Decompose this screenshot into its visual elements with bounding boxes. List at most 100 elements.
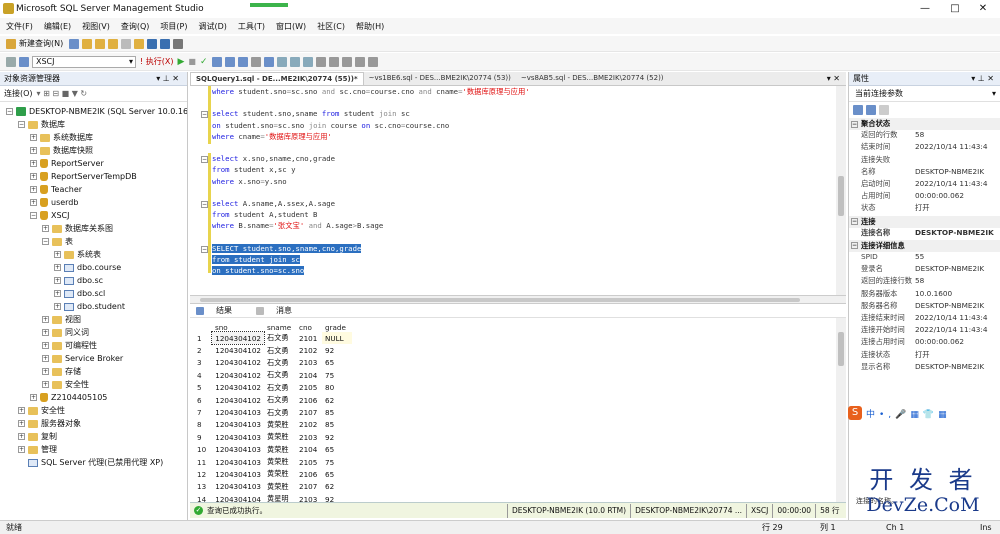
save-all-icon[interactable] (160, 38, 171, 49)
tree-node[interactable]: + Service Broker (0, 352, 187, 365)
tree-node[interactable]: + dbo.student (0, 300, 187, 313)
tree-node[interactable]: + 数据库快照 (0, 144, 187, 157)
table-row[interactable]: 6 1204304102 石文勇 2106 62 (194, 394, 352, 406)
collapse-icon[interactable]: − (851, 218, 858, 226)
close-window-button[interactable]: ✕ (970, 2, 996, 16)
tree-node[interactable]: + 数据库关系图 (0, 222, 187, 235)
collapse-icon[interactable]: − (201, 246, 208, 253)
tree-node[interactable]: + 同义词 (0, 326, 187, 339)
grid-cell[interactable]: 92 (322, 344, 352, 356)
expand-icon[interactable]: + (18, 433, 25, 440)
table-row[interactable]: 8 1204304103 黄荣胜 2102 85 (194, 419, 352, 431)
menu-window[interactable]: 窗口(W) (276, 21, 306, 32)
grid-cell[interactable]: 2102 (296, 344, 322, 356)
expand-icon[interactable]: + (42, 381, 49, 388)
tab-vs1be6[interactable]: ~vs1BE6.sql - DES...BME2IK\20774 (53)) (364, 72, 516, 85)
tree-node[interactable]: + 可编程性 (0, 339, 187, 352)
tab-results[interactable]: 结果 (196, 305, 244, 316)
results-grid[interactable]: sno sname cno grade 1 1204304102 石文勇 2101 NULL 2 1… (190, 318, 846, 502)
grid-cell[interactable]: 石文勇 (264, 344, 296, 356)
maximize-button[interactable]: □ (942, 2, 968, 16)
grid-cell[interactable]: 2106 (296, 468, 322, 480)
grid-cell[interactable]: 2103 (296, 431, 322, 443)
property-pages-icon[interactable] (879, 105, 889, 115)
grid-cell[interactable]: 92 (322, 431, 352, 443)
grid-cell[interactable]: 1204304102 (212, 369, 264, 381)
tree-node[interactable]: + 安全性 (0, 378, 187, 391)
grid-scroll-thumb[interactable] (838, 332, 844, 366)
table-row[interactable]: 5 1204304102 石文勇 2105 80 (194, 382, 352, 394)
grid-cell[interactable]: 92 (322, 493, 352, 502)
collapse-icon[interactable]: − (18, 121, 25, 128)
grid-cell[interactable]: 石文勇 (264, 332, 296, 344)
property-row[interactable]: SPID 55 (849, 252, 1000, 264)
collapse-icon[interactable]: − (851, 120, 858, 128)
tab-sqlquery1[interactable]: SQLQuery1.sql - DE...ME2IK\20774 (55))* (190, 72, 364, 85)
grid-cell[interactable]: 62 (322, 481, 352, 493)
property-row[interactable]: 连接失败 (849, 155, 1000, 167)
scroll-thumb[interactable] (838, 176, 844, 216)
results-to-grid-icon[interactable] (289, 56, 300, 67)
properties-object-select[interactable]: 当前连接参数 ▾ (849, 86, 1000, 102)
grid-cell[interactable]: 1204304102 (212, 394, 264, 406)
expand-icon[interactable]: + (30, 199, 37, 206)
property-row[interactable]: 显示名称 DESKTOP-NBME2IK (849, 362, 1000, 374)
table-row[interactable]: 4 1204304102 石文勇 2104 75 (194, 369, 352, 381)
intellisense-icon[interactable] (250, 56, 261, 67)
expand-icon[interactable]: + (18, 420, 25, 427)
expand-icon[interactable]: + (30, 134, 37, 141)
table-row[interactable]: 2 1204304102 石文勇 2102 92 (194, 344, 352, 356)
expand-icon[interactable]: + (30, 160, 37, 167)
display-plan-icon[interactable] (211, 56, 222, 67)
menu-tools[interactable]: 工具(T) (238, 21, 265, 32)
grid-cell[interactable]: 2104 (296, 369, 322, 381)
property-row[interactable]: 连接结束时间 2022/10/14 11:43:4 (849, 313, 1000, 325)
expand-icon[interactable]: + (30, 147, 37, 154)
expand-icon[interactable]: + (54, 264, 61, 271)
results-to-text-icon[interactable] (276, 56, 287, 67)
grid-cell[interactable]: 石文勇 (264, 382, 296, 394)
grid-cell[interactable]: 1204304102 (212, 344, 264, 356)
property-row[interactable]: 结束时间 2022/10/14 11:43:4 (849, 142, 1000, 154)
change-connection-icon[interactable] (19, 56, 29, 67)
expand-icon[interactable]: + (42, 355, 49, 362)
collapse-icon[interactable]: − (30, 212, 37, 219)
tree-node[interactable]: + 存储 (0, 365, 187, 378)
grid-cell[interactable]: 2102 (296, 419, 322, 431)
grid-cell[interactable]: 1204304102 (212, 357, 264, 369)
tree-node[interactable]: SQL Server 代理(已禁用代理 XP) (0, 456, 187, 469)
tab-messages[interactable]: 消息 (256, 305, 304, 316)
grid-cell[interactable]: 80 (322, 382, 352, 394)
grid-cell[interactable]: 1204304104 (212, 493, 264, 502)
new-query-button[interactable]: 新建查询(N) (19, 38, 63, 49)
table-row[interactable]: 12 1204304103 黄荣胜 2106 65 (194, 468, 352, 480)
grid-cell[interactable]: 2106 (296, 394, 322, 406)
property-row[interactable]: 连接占用时间 00:00:00.062 (849, 337, 1000, 349)
collapse-icon[interactable]: − (201, 111, 208, 118)
property-section[interactable]: − 连接 (849, 215, 1000, 228)
tab-vs8ab5[interactable]: ~vs8AB5.sql - DES...BME2IK\20774 (52)) (516, 72, 669, 85)
table-row[interactable]: 10 1204304103 黄荣胜 2104 65 (194, 444, 352, 456)
grid-cell[interactable]: 1204304102 (212, 382, 264, 394)
property-row[interactable]: 返回的连接行数 58 (849, 276, 1000, 288)
grid-cell[interactable]: 黄荣胜 (264, 481, 296, 493)
table-row[interactable]: 11 1204304103 黄荣胜 2105 75 (194, 456, 352, 468)
grid-cell[interactable]: 75 (322, 456, 352, 468)
explorer-tools-icon[interactable]: ▾ ⊞ ⊟ ■ ▼ ↻ (37, 89, 88, 98)
grid-cell[interactable]: 黄荣胜 (264, 419, 296, 431)
execute-button[interactable]: ! 执行(X) (140, 56, 173, 67)
property-row[interactable]: 服务器版本 10.0.1600 (849, 289, 1000, 301)
grid-cell[interactable]: 1204304103 (212, 456, 264, 468)
tree-node[interactable]: + Z2104405105 (0, 391, 187, 404)
grid-cell[interactable]: 2103 (296, 493, 322, 502)
property-row[interactable]: 返回的行数 58 (849, 130, 1000, 142)
property-row[interactable]: 名称 DESKTOP-NBME2IK (849, 167, 1000, 179)
grid-cell[interactable]: 85 (322, 406, 352, 418)
property-row[interactable]: 连接名称 DESKTOP-NBME2IK (849, 228, 1000, 240)
editor-scrollbar[interactable] (836, 86, 846, 295)
table-row[interactable]: 3 1204304102 石文勇 2103 65 (194, 357, 352, 369)
tree-node[interactable]: + 系统数据库 (0, 131, 187, 144)
grid-cell[interactable]: 2104 (296, 444, 322, 456)
grid-cell[interactable]: 1204304103 (212, 481, 264, 493)
expand-icon[interactable]: + (42, 342, 49, 349)
